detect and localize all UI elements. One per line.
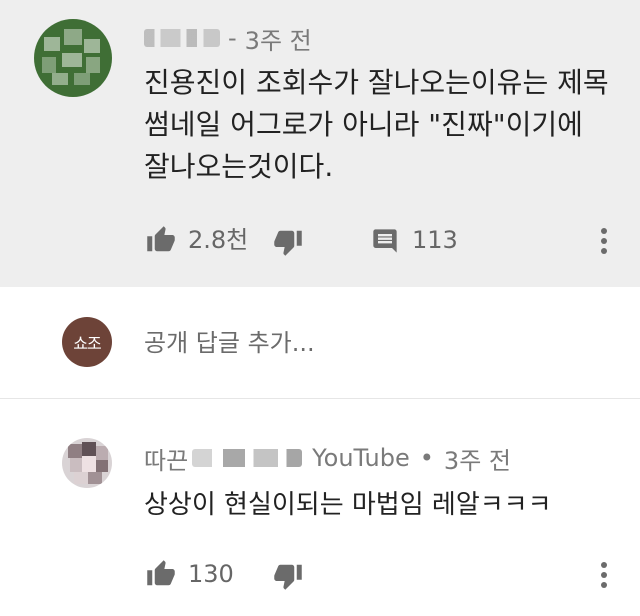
like-button[interactable] bbox=[144, 558, 178, 590]
author-name[interactable] bbox=[144, 29, 220, 47]
reply-icon bbox=[373, 229, 397, 253]
comment-meta: - 3주 전 bbox=[144, 20, 312, 56]
meta-dot: • bbox=[419, 444, 434, 472]
comment-meta: 따끈 YouTube • 3주 전 bbox=[144, 441, 511, 476]
comment-text-line: 썸네일 어그로가 아니라 "진짜"이기에 bbox=[144, 108, 583, 141]
comment-time: 3주 전 bbox=[244, 26, 312, 55]
thumbs-down-icon bbox=[274, 564, 302, 590]
dislike-button[interactable] bbox=[272, 226, 304, 258]
author-name[interactable]: 따끈 bbox=[144, 441, 188, 476]
more-options-button[interactable] bbox=[590, 558, 618, 592]
divider bbox=[0, 398, 640, 399]
reply-input[interactable] bbox=[144, 322, 604, 364]
comment-time: 3주 전 bbox=[443, 446, 511, 475]
meta-separator: - bbox=[228, 24, 237, 52]
more-vert-icon bbox=[601, 562, 607, 588]
reply-button[interactable] bbox=[370, 226, 400, 256]
avatar[interactable] bbox=[62, 438, 112, 488]
more-options-button[interactable] bbox=[590, 224, 618, 258]
comment-actions: 130 bbox=[0, 558, 640, 594]
dislike-button[interactable] bbox=[272, 560, 304, 592]
current-user-avatar[interactable]: 쇼조 bbox=[62, 317, 112, 367]
comment-text: 진용진이 조회수가 잘나오는이유는 제목 썸네일 어그로가 아니라 "진짜"이기… bbox=[144, 62, 614, 188]
like-count: 2.8천 bbox=[188, 226, 249, 254]
reply-count: 113 bbox=[412, 226, 458, 254]
author-tag: YouTube bbox=[312, 444, 410, 472]
current-user-avatar-text: 쇼조 bbox=[73, 334, 101, 353]
comment-text-line: 진용진이 조회수가 잘나오는이유는 제목 bbox=[144, 66, 609, 99]
more-vert-icon bbox=[601, 228, 607, 254]
thumbs-up-icon bbox=[147, 226, 175, 252]
thumbs-down-icon bbox=[274, 230, 302, 256]
comment-thread: - 3주 전 진용진이 조회수가 잘나오는이유는 제목 썸네일 어그로가 아니라… bbox=[0, 0, 640, 616]
comment-actions: 2.8천 113 bbox=[0, 222, 640, 258]
comment-text: 상상이 현실이되는 마법임 레알ㅋㅋㅋ bbox=[144, 490, 552, 520]
thumbs-up-icon bbox=[147, 560, 175, 586]
highlighted-comment: - 3주 전 진용진이 조회수가 잘나오는이유는 제목 썸네일 어그로가 아니라… bbox=[0, 0, 640, 287]
avatar[interactable] bbox=[34, 19, 112, 97]
author-name-blurred bbox=[192, 449, 303, 467]
like-count: 130 bbox=[188, 560, 234, 588]
comment-text-line: 잘나오는것이다. bbox=[144, 150, 334, 183]
like-button[interactable] bbox=[144, 224, 178, 256]
